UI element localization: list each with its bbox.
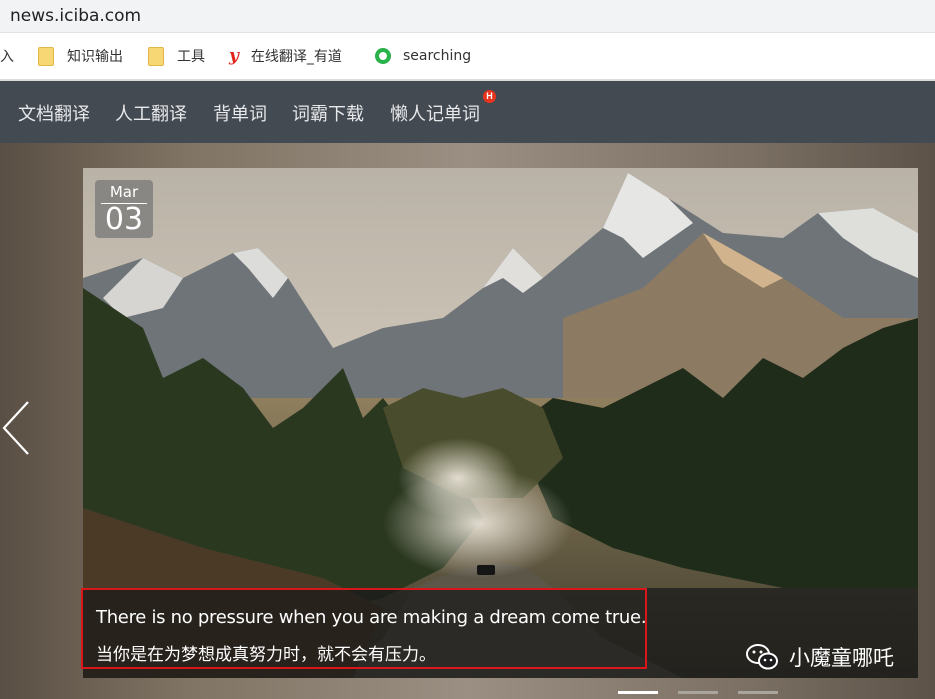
url-text[interactable]: news.iciba.com: [10, 6, 141, 26]
chevron-left-icon[interactable]: [2, 398, 32, 458]
qiangguo-icon: [375, 48, 391, 64]
folder-icon: [148, 46, 164, 66]
watermark-text: 小魔童哪吒: [789, 646, 894, 670]
date-badge: Mar 03: [95, 180, 153, 238]
quote-chinese: 当你是在为梦想成真努力时，就不会有压力。: [96, 645, 436, 665]
bookmark-label: 知识输出: [67, 49, 123, 65]
bookmark-partial[interactable]: 入: [0, 45, 14, 67]
bookmark-label: searching: [403, 48, 472, 64]
wechat-watermark: 小魔童哪吒: [745, 642, 894, 672]
address-bar[interactable]: news.iciba.com: [0, 0, 935, 33]
nav-item-vocabulary[interactable]: 背单词: [213, 100, 267, 126]
carousel-dot-1[interactable]: [618, 691, 658, 694]
wechat-icon: [746, 644, 778, 670]
bookmark-folder-knowledge[interactable]: 知识输出: [38, 45, 123, 67]
bookmark-label: 在线翻译_有道: [250, 49, 342, 65]
date-month: Mar: [109, 183, 139, 201]
bookmark-label: 入: [0, 49, 14, 65]
nav-item-download[interactable]: 词霸下载: [292, 100, 364, 126]
nav-item-lazy-words[interactable]: 懒人记单词: [390, 100, 480, 126]
hot-badge: H: [483, 90, 496, 103]
bookmark-label: 工具: [177, 49, 205, 65]
bookmarks-bar: 入 知识输出 工具 y 在线翻译_有道 searching: [0, 33, 935, 81]
bookmark-folder-tools[interactable]: 工具: [148, 45, 205, 67]
bookmark-youdao[interactable]: y 在线翻译_有道: [229, 45, 342, 67]
site-nav: 文档翻译 人工翻译 背单词 词霸下载 懒人记单词: [0, 81, 935, 143]
nav-item-doc-translate[interactable]: 文档翻译: [18, 100, 90, 126]
date-day: 03: [104, 202, 144, 237]
carousel-dot-3[interactable]: [738, 691, 778, 694]
youdao-icon: y: [229, 46, 239, 66]
quote-english: There is no pressure when you are making…: [96, 607, 647, 628]
folder-icon: [38, 46, 54, 66]
bookmark-searching[interactable]: searching: [375, 45, 471, 67]
nav-item-human-translate[interactable]: 人工翻译: [115, 100, 187, 126]
carousel-dot-2[interactable]: [678, 691, 718, 694]
